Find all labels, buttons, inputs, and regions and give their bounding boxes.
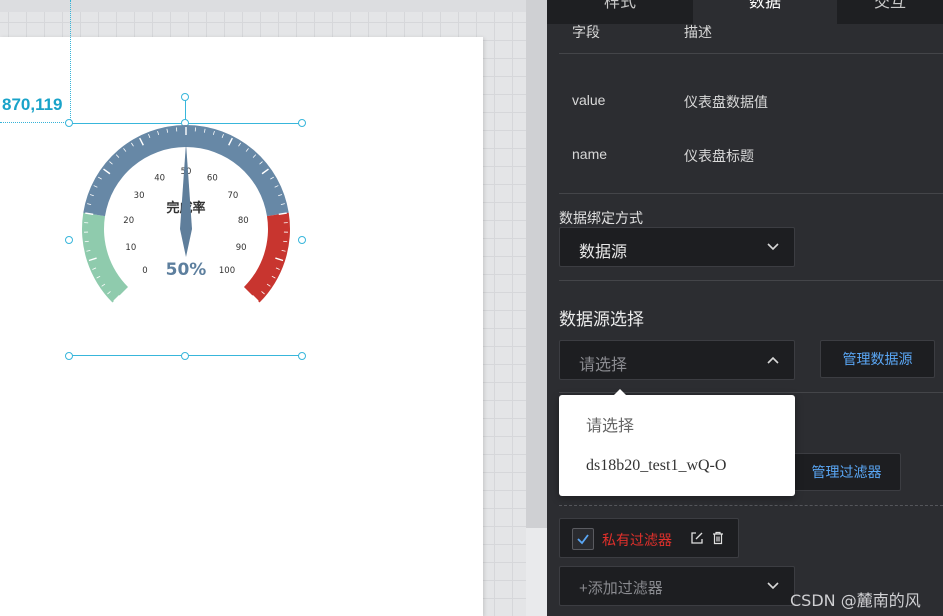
fields-divider <box>559 53 943 54</box>
private-filter-checkbox[interactable] <box>572 528 594 550</box>
dropdown-option-placeholder[interactable]: 请选择 <box>586 412 634 436</box>
datasource-title: 数据源选择 <box>559 310 644 329</box>
dropdown-option-ds18b20[interactable]: ds18b20_test1_wQ-O <box>586 457 726 475</box>
binding-mode-value: 数据源 <box>579 244 628 261</box>
fields-header-key: 字段 <box>572 24 600 40</box>
chevron-down-icon <box>767 582 779 590</box>
datasource-dropdown: 请选择 ds18b20_test1_wQ-O <box>559 389 795 496</box>
rotate-handle[interactable] <box>181 93 189 101</box>
tab-data[interactable]: 数据 <box>693 0 837 24</box>
tab-interaction[interactable]: 交互 <box>837 0 943 24</box>
canvas-scrollbar-thumb[interactable] <box>526 0 547 528</box>
gauge-tick-label: 0 <box>142 266 147 276</box>
gauge-tick-label: 60 <box>207 173 218 183</box>
gauge-tick-label: 30 <box>134 191 145 201</box>
gauge-tick-label: 90 <box>236 243 247 253</box>
datasource-placeholder: 请选择 <box>579 357 628 374</box>
gauge-pointer <box>180 143 192 257</box>
chevron-up-icon <box>767 356 779 364</box>
binding-mode-select[interactable]: 数据源 <box>559 227 795 267</box>
panel-tabs: 样式 数据 交互 <box>547 0 943 24</box>
resize-handle-sw[interactable] <box>65 352 73 360</box>
edit-icon[interactable] <box>690 531 704 545</box>
properties-panel: 样式 数据 交互 字段 描述 value 仪表盘数据值 name 仪表盘标题 数… <box>547 0 943 616</box>
manage-filter-button[interactable]: 管理过滤器 <box>792 453 901 491</box>
gauge-band-low <box>82 212 129 303</box>
field-key-name: name <box>572 146 608 162</box>
check-icon <box>577 534 589 545</box>
private-filter-label: 私有过滤器 <box>602 532 672 548</box>
filter-divider <box>559 505 943 506</box>
fields-bottom-divider <box>559 193 943 194</box>
datasource-select[interactable]: 请选择 <box>559 340 795 380</box>
gauge-value-text: 50% <box>166 260 207 280</box>
trash-icon[interactable] <box>711 531 725 545</box>
position-readout: 870,119 <box>2 95 63 114</box>
field-desc-value: 仪表盘数据值 <box>684 94 768 110</box>
gauge-tick-label: 70 <box>228 191 239 201</box>
manage-datasource-button[interactable]: 管理数据源 <box>820 340 935 378</box>
add-filter-label: +添加过滤器 <box>579 580 663 597</box>
tab-style[interactable]: 样式 <box>547 0 693 24</box>
field-desc-name: 仪表盘标题 <box>684 148 754 164</box>
canvas-top-strip <box>0 0 526 12</box>
field-key-value: value <box>572 92 606 108</box>
gauge-band-high <box>243 212 290 303</box>
gauge-tick-label: 20 <box>123 216 134 226</box>
gauge-tick-label: 10 <box>125 243 136 253</box>
alignment-guide-horizontal <box>0 122 70 123</box>
private-filter-item: 私有过滤器 <box>559 518 739 558</box>
add-filter-select[interactable]: +添加过滤器 <box>559 566 795 606</box>
gauge-tick <box>283 240 288 243</box>
resize-handle-se[interactable] <box>298 352 306 360</box>
binding-mode-label: 数据绑定方式 <box>559 210 643 226</box>
dropdown-arrow <box>613 389 627 396</box>
watermark: CSDN @麓南的风 <box>790 591 921 610</box>
binding-divider <box>559 280 943 281</box>
chevron-down-icon <box>767 243 779 251</box>
resize-handle-s[interactable] <box>181 352 189 360</box>
gauge-tick-label: 40 <box>154 173 165 183</box>
alignment-guide-vertical <box>70 0 71 120</box>
gauge-tick <box>84 240 89 243</box>
gauge-chart[interactable]: 0102030405060708090100 完成率 50% <box>69 123 302 323</box>
gauge-tick-label: 80 <box>238 216 249 226</box>
gauge-tick-label: 100 <box>219 266 235 276</box>
fields-header-desc: 描述 <box>684 24 712 40</box>
